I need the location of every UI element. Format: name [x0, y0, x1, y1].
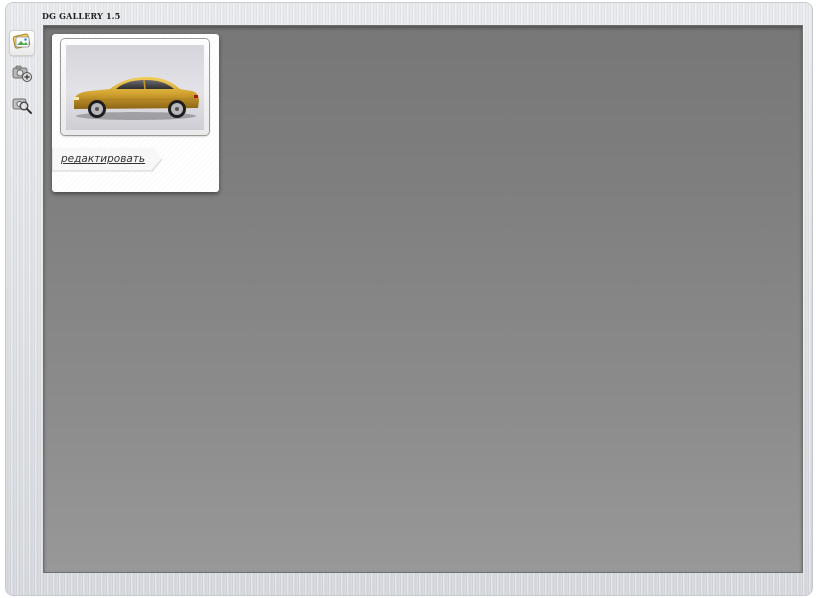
add-photo-button[interactable]	[10, 63, 34, 87]
gallery-item-card: редактировать	[52, 34, 219, 192]
search-camera-icon	[11, 95, 33, 119]
app-title: DG GALLERY 1.5	[42, 11, 121, 21]
edit-link[interactable]: редактировать	[61, 153, 145, 165]
thumbnail-frame[interactable]	[61, 39, 209, 135]
gallery-tool-button[interactable]	[10, 31, 34, 55]
car-thumbnail-image[interactable]	[66, 45, 204, 130]
search-photo-button[interactable]	[10, 95, 34, 119]
side-toolbar	[10, 31, 36, 127]
gallery-image-icon	[12, 32, 32, 54]
add-camera-icon	[11, 63, 33, 87]
